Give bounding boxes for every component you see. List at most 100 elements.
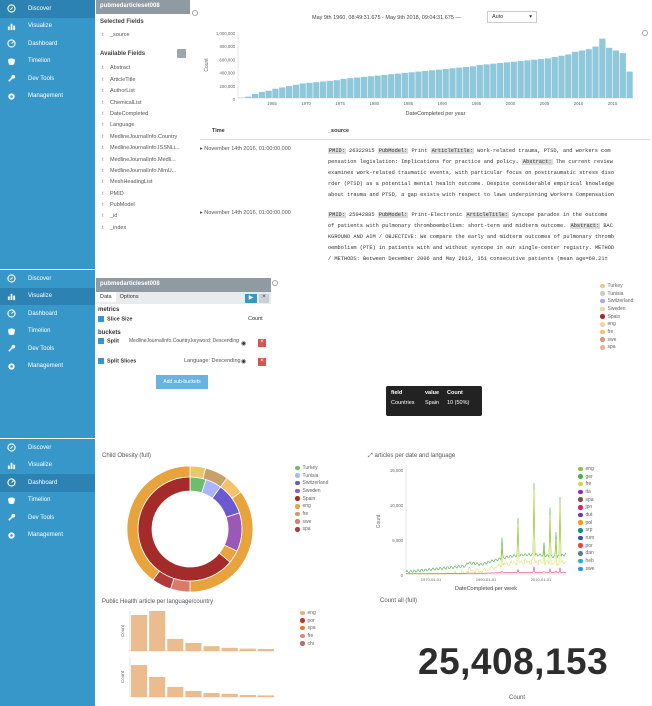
field-item[interactable]: t MedlineJournalInfo.Country [96, 132, 190, 143]
legend-item[interactable]: srp [578, 527, 594, 535]
expand-icon[interactable]: ▸ [200, 210, 203, 216]
toggle-icon[interactable] [98, 338, 104, 344]
legend-item[interactable]: Switzerland [295, 479, 328, 487]
legend-item[interactable]: dan [578, 550, 594, 558]
zoom-icon[interactable] [642, 30, 648, 36]
legend-item[interactable]: Sweden [600, 305, 633, 313]
legend-item[interactable]: dut [578, 511, 594, 519]
nav-timelion[interactable]: Timelion [0, 492, 95, 510]
legend-item[interactable]: por [578, 542, 594, 550]
legend-item[interactable]: rum [578, 534, 594, 542]
nav-visualize[interactable]: Visualize [0, 18, 95, 36]
legend-item[interactable]: eng [578, 465, 594, 473]
tab-data[interactable]: Data [96, 292, 116, 302]
legend-item[interactable]: spa [578, 496, 594, 504]
col-time[interactable]: Time [212, 128, 225, 134]
collapse-icon[interactable] [272, 280, 278, 286]
field-item[interactable]: t MedlineJournalInfo.ISSNLi... [96, 143, 190, 154]
settings-icon[interactable] [177, 49, 186, 59]
legend-item[interactable]: fre [300, 632, 316, 640]
histogram-bar [354, 77, 361, 98]
expand-icon[interactable]: ⤢ [368, 453, 373, 459]
nav-devtools[interactable]: Dev Tools [0, 70, 95, 88]
legend-item[interactable]: jpn [578, 503, 594, 511]
nav-discover[interactable]: Discover [0, 439, 95, 457]
close-icon[interactable]: × [259, 294, 269, 303]
nav-devtools[interactable]: Dev Tools [0, 509, 95, 527]
bucket-row-split[interactable]: Split MedlineJournalInfo.Country.keyword… [96, 338, 271, 358]
legend-item[interactable]: chi [300, 640, 316, 648]
legend-item[interactable]: heb [578, 557, 594, 565]
legend-item[interactable]: spa [295, 526, 328, 534]
nav-visualize[interactable]: Visualize [0, 457, 95, 475]
field-item[interactable]: t _index [96, 223, 190, 234]
field-item[interactable]: t ChemicalList [96, 98, 190, 109]
legend-item[interactable]: Spain [295, 495, 328, 503]
nav-discover[interactable]: Discover [0, 0, 95, 18]
field-item[interactable]: t AuthorList [96, 86, 190, 97]
legend-item[interactable]: fre [600, 328, 633, 336]
toggle-icon[interactable] [98, 316, 104, 322]
legend-item[interactable]: Turkey [295, 464, 328, 472]
legend-dot [578, 489, 583, 495]
field-item[interactable]: t PMID [96, 189, 190, 200]
nav-dashboard[interactable]: Dashboard [0, 474, 95, 492]
field-item[interactable]: t _id [96, 211, 190, 222]
delete-icon[interactable]: × [258, 339, 266, 347]
legend-item[interactable]: Switzerland [600, 297, 633, 305]
nav-discover[interactable]: Discover [0, 270, 95, 288]
nav-dashboard[interactable]: Dashboard [0, 35, 95, 53]
legend-item[interactable]: swe [295, 518, 328, 526]
field-item[interactable]: t MedlineJournalInfo.NlmU... [96, 166, 190, 177]
add-sub-buckets-button[interactable]: Add sub-buckets [156, 375, 208, 389]
eye-icon[interactable]: ◉ [241, 358, 246, 365]
nav-timelion[interactable]: Timelion [0, 323, 95, 341]
legend-item[interactable]: Turkey [600, 282, 633, 290]
legend-item[interactable]: Spain [600, 313, 633, 321]
bucket-row-slices[interactable]: Split Slices Language: Descending ◉ × [96, 358, 271, 372]
nav-dashboard[interactable]: Dashboard [0, 305, 95, 323]
legend-item[interactable]: eng [300, 609, 316, 617]
legend-item[interactable]: fre [578, 480, 594, 488]
nav-visualize[interactable]: Visualize [0, 287, 95, 305]
tab-options[interactable]: Options [116, 292, 143, 302]
eye-icon[interactable]: ◉ [241, 340, 246, 347]
play-icon[interactable]: ▶ [245, 294, 257, 303]
legend-item[interactable]: por [300, 617, 316, 625]
delete-icon[interactable]: × [258, 358, 266, 366]
legend-item[interactable]: ger [578, 473, 594, 481]
expand-icon[interactable]: ▸ [200, 146, 203, 152]
interval-select[interactable]: Auto ▾ [487, 11, 537, 23]
field-item[interactable]: t Language [96, 120, 190, 131]
legend-dot [578, 535, 583, 541]
legend-dot [600, 322, 605, 327]
collapse-icon[interactable] [192, 10, 198, 16]
legend-item[interactable]: swe [578, 565, 594, 573]
field-item[interactable]: t MeshHeadingList [96, 177, 190, 188]
legend-item[interactable]: swe [600, 336, 633, 344]
nav-management[interactable]: Management [0, 527, 95, 545]
toggle-icon[interactable] [98, 358, 104, 364]
legend-item[interactable]: ita [578, 488, 594, 496]
legend-item[interactable]: Tunisia [295, 472, 328, 480]
field-item[interactable]: t MedlineJournalInfo.Medli... [96, 155, 190, 166]
legend-item[interactable]: Sweden [295, 487, 328, 495]
field-item[interactable]: t Abstract [96, 63, 190, 74]
field-item[interactable]: t DateCompleted [96, 109, 190, 120]
legend-item[interactable]: pol [578, 519, 594, 527]
metric-row[interactable]: Slice Size Count [96, 316, 271, 328]
field-item[interactable]: t ArticleTitle [96, 75, 190, 86]
legend-item[interactable]: eng [600, 320, 633, 328]
legend-item[interactable]: spa [300, 624, 316, 632]
index-pattern-title[interactable]: pubmedarticleset008 [96, 0, 190, 14]
nav-devtools[interactable]: Dev Tools [0, 340, 95, 358]
legend-item[interactable]: spa [600, 344, 633, 352]
selected-field[interactable]: t _source [96, 30, 190, 41]
legend-item[interactable]: Tunisia [600, 290, 633, 298]
nav-management[interactable]: Management [0, 88, 95, 106]
nav-timelion[interactable]: Timelion [0, 53, 95, 71]
nav-management[interactable]: Management [0, 358, 95, 376]
field-item[interactable]: t PubModel [96, 200, 190, 211]
legend-item[interactable]: fre [295, 510, 328, 518]
legend-item[interactable]: eng [295, 502, 328, 510]
